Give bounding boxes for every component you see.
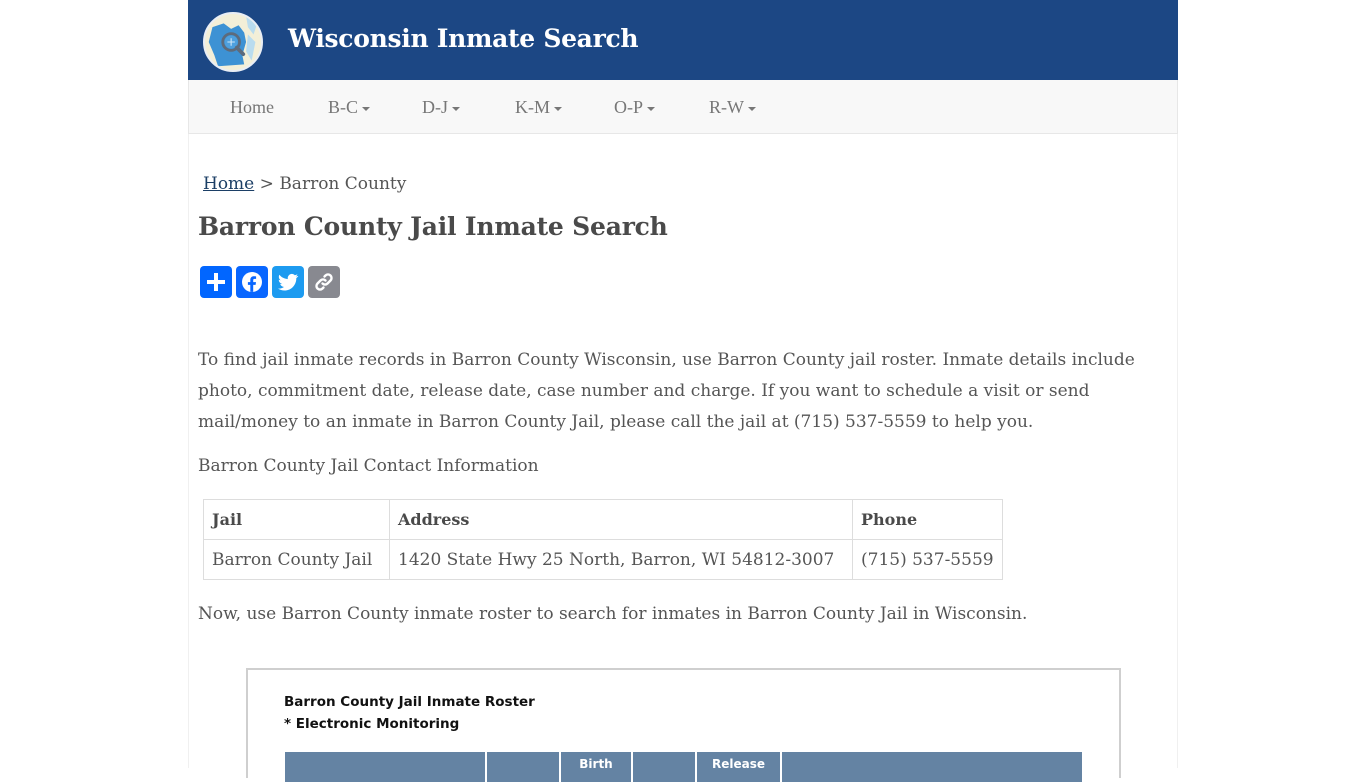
link-icon: [315, 273, 333, 291]
share-button[interactable]: [200, 266, 232, 298]
roster-column-header: [633, 752, 697, 782]
roster-table-header: Birth Release: [285, 752, 1082, 782]
nav-item-k-m[interactable]: K-M: [515, 97, 562, 118]
nav-item-d-j[interactable]: D-J: [422, 97, 460, 118]
roster-column-header: [285, 752, 487, 782]
column-header: Address: [389, 499, 853, 540]
nav-item-label: K-M: [515, 97, 550, 117]
column-header: Jail: [203, 499, 390, 540]
nav-item-label: O-P: [614, 97, 644, 117]
page-title: Barron County Jail Inmate Search: [198, 212, 668, 241]
roster-intro: Now, use Barron County inmate roster to …: [198, 604, 1028, 624]
caret-down-icon: [647, 106, 656, 111]
nav-item-r-w[interactable]: R-W: [709, 97, 756, 118]
jail-name-cell: Barron County Jail: [203, 539, 390, 580]
nav-item-label: B-C: [328, 97, 359, 117]
main-nav: Home B-C D-J K-M O-P R-W: [188, 80, 1178, 134]
inmate-roster-frame[interactable]: Barron County Jail Inmate Roster * Elect…: [246, 668, 1121, 782]
roster-column-header: [782, 752, 1082, 782]
breadcrumb: Home > Barron County: [203, 174, 406, 194]
facebook-icon: [242, 272, 262, 292]
roster-title: Barron County Jail Inmate Roster: [284, 694, 535, 710]
site-title[interactable]: Wisconsin Inmate Search: [288, 24, 639, 53]
nav-item-label: Home: [230, 97, 274, 117]
column-header: Phone: [852, 499, 1003, 540]
twitter-share-button[interactable]: [272, 266, 304, 298]
facebook-share-button[interactable]: [236, 266, 268, 298]
twitter-icon: [278, 273, 299, 291]
nav-item-label: D-J: [422, 97, 448, 117]
site-header: Wisconsin Inmate Search: [188, 0, 1178, 80]
nav-item-b-c[interactable]: B-C: [328, 97, 371, 118]
wisconsin-map-search-icon[interactable]: [203, 12, 263, 72]
roster-column-header: [487, 752, 561, 782]
breadcrumb-current: Barron County: [279, 174, 407, 194]
roster-note: * Electronic Monitoring: [284, 716, 460, 732]
nav-item-label: R-W: [709, 97, 744, 117]
caret-down-icon: [452, 106, 460, 111]
contact-info-label: Barron County Jail Contact Information: [198, 456, 539, 476]
copy-link-button[interactable]: [308, 266, 340, 298]
table-row: Barron County Jail 1420 State Hwy 25 Nor…: [203, 539, 1003, 580]
plus-icon: [207, 273, 225, 291]
nav-item-home[interactable]: Home: [230, 97, 274, 118]
address-cell: 1420 State Hwy 25 North, Barron, WI 5481…: [389, 539, 853, 580]
roster-column-header: Release: [697, 752, 782, 782]
contact-table: Jail Address Phone Barron County Jail 14…: [203, 499, 1003, 580]
intro-paragraph: To find jail inmate records in Barron Co…: [198, 350, 1135, 432]
phone-cell: (715) 537-5559: [852, 539, 1003, 580]
table-header-row: Jail Address Phone: [203, 499, 1003, 540]
caret-down-icon: [362, 106, 371, 111]
share-buttons: [200, 266, 340, 298]
caret-down-icon: [554, 106, 562, 111]
caret-down-icon: [748, 106, 756, 111]
nav-item-o-p[interactable]: O-P: [614, 97, 656, 118]
roster-title-block: Barron County Jail Inmate Roster * Elect…: [284, 691, 535, 735]
roster-column-header: Birth: [561, 752, 633, 782]
breadcrumb-home-link[interactable]: Home: [203, 174, 254, 194]
breadcrumb-separator: >: [259, 174, 274, 194]
